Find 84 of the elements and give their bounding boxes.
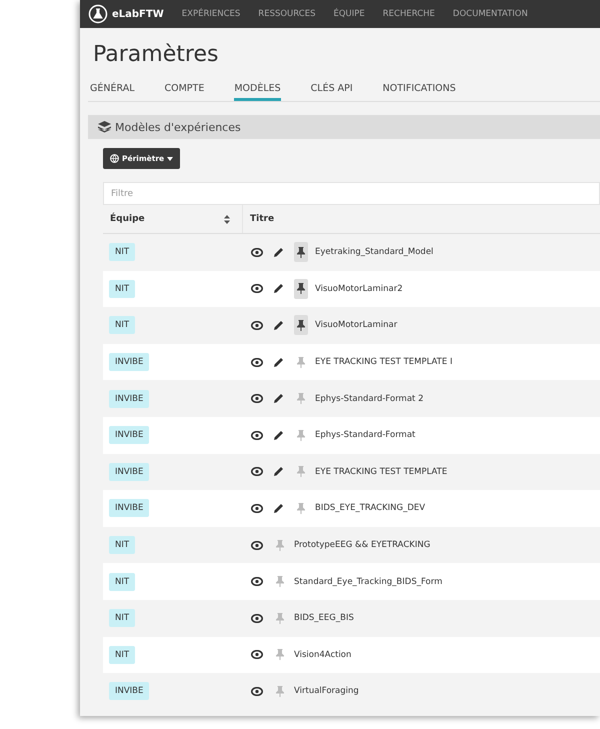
pencil-icon[interactable]	[273, 246, 284, 258]
team-badge: NIT	[109, 536, 136, 554]
team-badge: NIT	[109, 243, 136, 262]
team-badge: NIT	[109, 646, 136, 664]
pencil-icon[interactable]	[273, 393, 284, 404]
template-title[interactable]: Standard_Eye_Tracking_BIDS_Form	[294, 576, 442, 587]
team-badge: INVIBE	[109, 499, 150, 518]
view-icon[interactable]	[251, 284, 263, 294]
team-badge: NIT	[109, 609, 136, 628]
pin-icon	[297, 246, 305, 258]
template-title[interactable]: VirtualForaging	[294, 686, 359, 696]
pencil-icon[interactable]	[273, 502, 284, 514]
template-title[interactable]: BIDS_EYE_TRACKING_DEV	[315, 503, 426, 514]
pin-icon	[297, 320, 305, 331]
pin-icon	[297, 502, 305, 514]
team-badge: INVIBE	[109, 682, 150, 700]
template-title[interactable]: Vision4Action	[294, 650, 352, 660]
view-icon[interactable]	[251, 430, 263, 440]
tab[interactable]: COMPTE	[164, 83, 204, 101]
nav-link[interactable]: RECHERCHE	[382, 9, 435, 19]
column-header[interactable]: Titre	[243, 205, 600, 233]
tab[interactable]: NOTIFICATIONS	[382, 83, 456, 101]
pin-icon	[297, 283, 305, 294]
nav-link[interactable]: DOCUMENTATION	[452, 9, 528, 19]
tab[interactable]: GÉNÉRAL	[90, 83, 134, 101]
pencil-icon[interactable]	[273, 320, 284, 331]
template-title[interactable]: VisuoMotorLaminar2	[315, 284, 403, 294]
pin-icon	[297, 356, 305, 368]
template-title[interactable]: EYE TRACKING TEST TEMPLATE I	[315, 357, 452, 368]
globe-icon	[110, 154, 119, 163]
pin-icon	[276, 649, 284, 660]
layers-icon	[98, 121, 111, 133]
template-title[interactable]: Eyetraking_Standard_Model	[315, 247, 434, 258]
view-icon[interactable]	[251, 358, 263, 367]
flask-logo-icon	[88, 4, 108, 24]
brand-link[interactable]: eLabFTW	[88, 4, 164, 24]
team-badge: NIT	[109, 316, 136, 334]
pin-icon	[276, 686, 284, 697]
tab[interactable]: MODÈLES	[234, 83, 281, 101]
filter-field[interactable]: Filtre	[103, 182, 600, 205]
nav-link[interactable]: RESSOURCES	[258, 9, 316, 19]
template-title[interactable]: VisuoMotorLaminar	[315, 320, 398, 330]
tab[interactable]: CLÉS API	[310, 83, 353, 101]
view-icon[interactable]	[251, 320, 263, 330]
pencil-icon[interactable]	[273, 466, 284, 478]
team-badge: INVIBE	[109, 426, 150, 444]
pin-icon	[276, 540, 284, 551]
pencil-icon[interactable]	[273, 430, 284, 441]
nav-link[interactable]: ÉQUIPE	[333, 9, 365, 19]
template-title[interactable]: EYE TRACKING TEST TEMPLATE	[315, 466, 448, 477]
template-title[interactable]: Ephys-Standard-Format	[315, 430, 416, 440]
view-icon[interactable]	[251, 394, 263, 404]
team-badge: INVIBE	[109, 390, 150, 408]
template-title[interactable]: BIDS_EEG_BIS	[294, 613, 354, 624]
pin-icon	[276, 576, 284, 588]
template-title[interactable]: Ephys-Standard-Format 2	[315, 394, 424, 404]
sort-icon	[224, 214, 230, 224]
pin-icon	[276, 612, 284, 624]
team-badge: NIT	[109, 572, 136, 591]
pin-icon	[297, 466, 305, 478]
pin-button[interactable]	[294, 315, 308, 336]
team-badge: INVIBE	[109, 353, 150, 372]
nav-link[interactable]: EXPÉRIENCES	[182, 9, 240, 19]
view-icon[interactable]	[251, 467, 263, 476]
view-icon[interactable]	[251, 540, 263, 550]
view-icon[interactable]	[251, 248, 263, 257]
section-title: Modèles d'expériences	[115, 120, 241, 134]
team-badge: INVIBE	[109, 462, 150, 481]
pin-icon	[297, 393, 305, 404]
column-header[interactable]: Équipe	[103, 205, 243, 233]
pin-icon	[297, 430, 305, 441]
view-icon[interactable]	[251, 650, 263, 660]
team-badge: NIT	[109, 280, 136, 298]
template-title[interactable]: PrototypeEEG && EYETRACKING	[294, 540, 430, 550]
pencil-icon[interactable]	[273, 283, 284, 294]
pencil-icon[interactable]	[273, 356, 284, 368]
caret-icon	[167, 156, 174, 160]
view-icon[interactable]	[251, 504, 263, 513]
view-icon[interactable]	[251, 686, 263, 696]
pin-button[interactable]	[294, 242, 308, 262]
pin-button[interactable]	[294, 278, 308, 299]
view-icon[interactable]	[251, 614, 263, 623]
page-title: Paramètres	[93, 42, 220, 67]
view-icon[interactable]	[251, 577, 263, 586]
